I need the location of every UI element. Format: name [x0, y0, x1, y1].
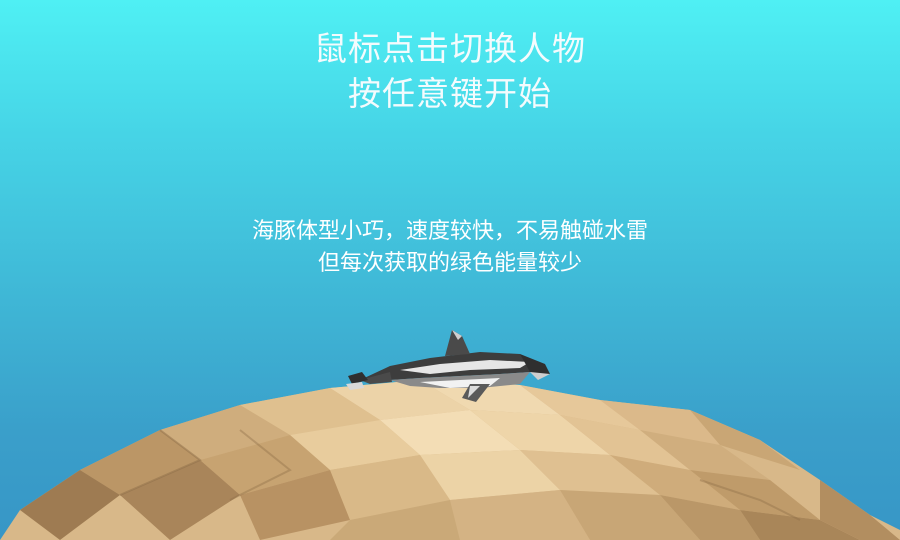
press-any-key-hint: 按任意键开始 — [348, 74, 552, 113]
character-description: 海豚体型小巧，速度较快，不易触碰水雷 但每次获取的绿色能量较少 — [0, 216, 900, 280]
switch-character-hint: 鼠标点击切换人物 — [314, 29, 586, 68]
character-description-line: 但每次获取的绿色能量较少 — [317, 251, 582, 276]
character-description-line: 海豚体型小巧，速度较快，不易触碰水雷 — [251, 219, 648, 244]
game-scene[interactable]: 鼠标点击切换人物 按任意键开始 海豚体型小巧，速度较快，不易触碰水雷 但每次获取… — [0, 0, 900, 540]
start-prompt: 鼠标点击切换人物 按任意键开始 — [0, 26, 900, 116]
